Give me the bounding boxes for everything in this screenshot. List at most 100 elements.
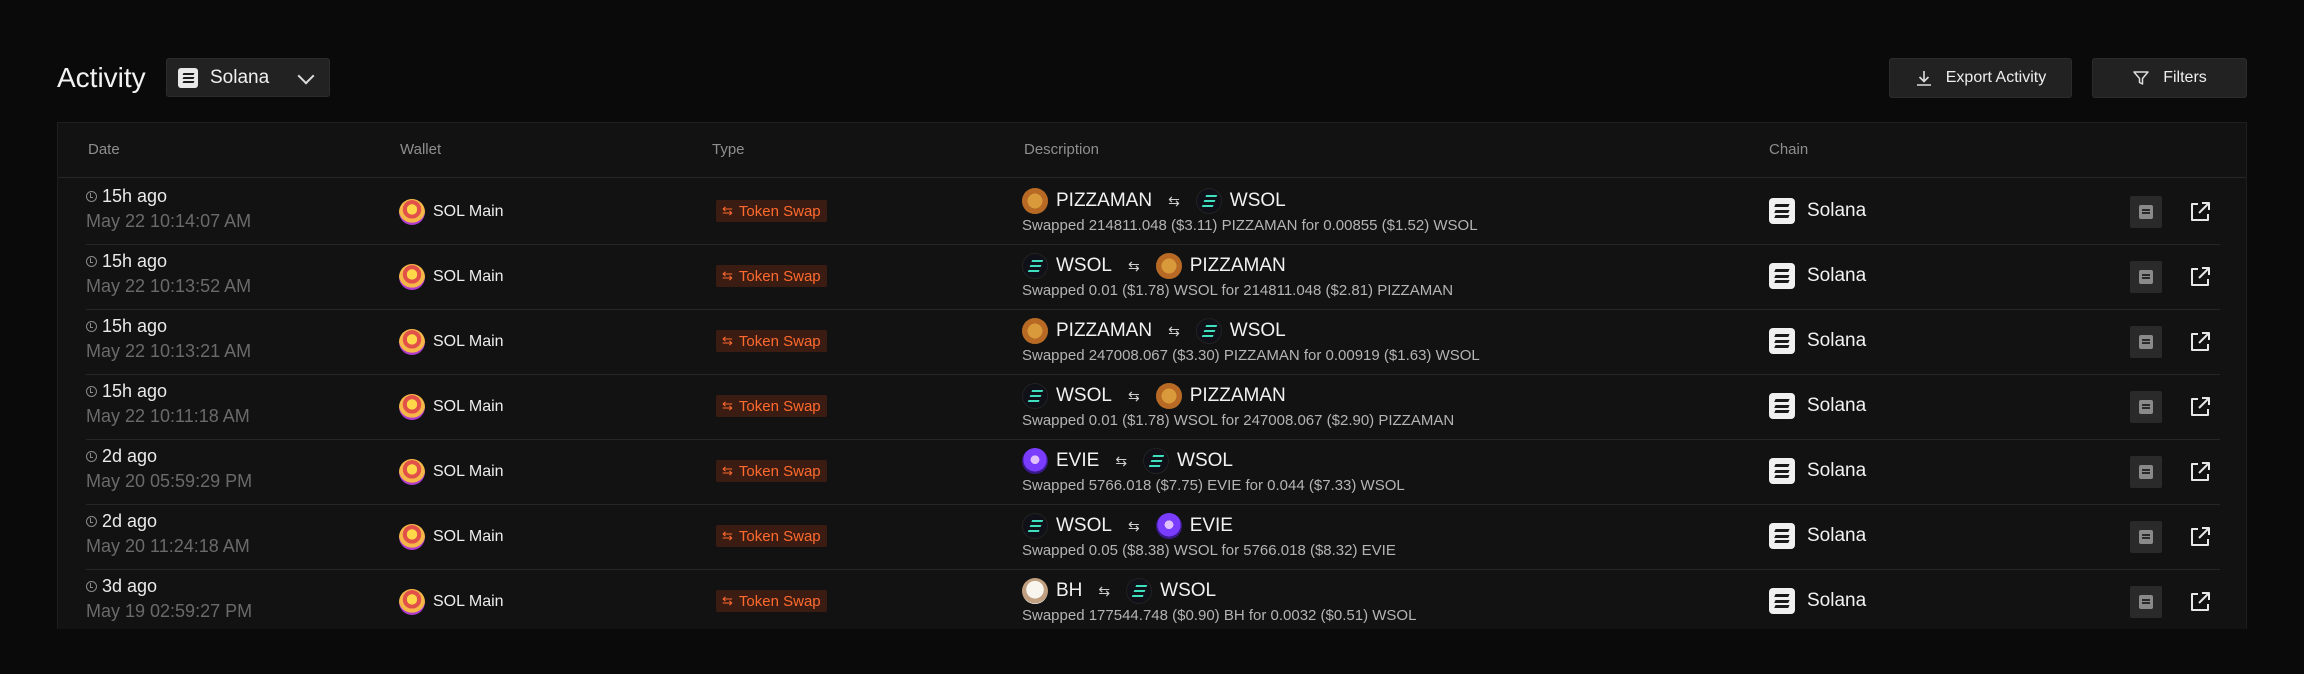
column-header-chain: Chain (1769, 141, 1809, 158)
token-pair: PIZZAMAN ⇆ WSOL (1022, 317, 1480, 345)
swap-summary: Swapped 0.01 ($1.78) WSOL for 214811.048… (1022, 282, 1454, 299)
wallet-cell: SOL Main (399, 524, 504, 550)
clock-icon (86, 321, 97, 332)
note-button[interactable] (2130, 326, 2162, 358)
note-button[interactable] (2130, 261, 2162, 293)
to-token-name: WSOL (1177, 450, 1233, 471)
note-button[interactable] (2130, 391, 2162, 423)
external-link-icon[interactable] (2186, 588, 2214, 616)
note-button[interactable] (2130, 586, 2162, 618)
swap-icon: ⇆ (722, 268, 733, 283)
wallet-name: SOL Main (433, 528, 504, 545)
note-button[interactable] (2130, 521, 2162, 553)
wallet-cell: SOL Main (399, 329, 504, 355)
swap-arrows-icon: ⇆ (1127, 257, 1140, 274)
description-cell: PIZZAMAN ⇆ WSOL Swapped 214811.048 ($3.1… (1022, 187, 1478, 234)
relative-time: 2d ago (102, 511, 158, 531)
wallet-avatar (399, 459, 425, 485)
clock-icon (86, 581, 97, 592)
from-token-name: PIZZAMAN (1056, 190, 1153, 211)
timestamp: May 20 05:59:29 PM (86, 471, 253, 491)
clock-icon (86, 386, 97, 397)
column-header-date: Date (88, 141, 120, 158)
export-activity-button[interactable]: Export Activity (1889, 58, 2072, 98)
activity-table: Date Wallet Type Description Chain 15h a… (57, 122, 2247, 629)
date-cell: 15h ago May 22 10:11:18 AM (86, 381, 250, 427)
page-header: Activity Solana Export Activity Filters (57, 58, 2247, 98)
description-cell: EVIE ⇆ WSOL Swapped 5766.018 ($7.75) EVI… (1022, 447, 1405, 494)
solana-icon (1769, 263, 1795, 289)
to-token-icon (1155, 513, 1182, 539)
chain-cell: Solana (1769, 393, 1866, 419)
wallet-name: SOL Main (433, 398, 504, 415)
chain-name: Solana (1807, 395, 1867, 416)
from-token-name: WSOL (1056, 385, 1112, 406)
table-row[interactable]: 3d ago May 19 02:59:27 PM SOL Main ⇆ Tok… (86, 570, 2220, 629)
solana-icon (178, 67, 198, 88)
token-pair: PIZZAMAN ⇆ WSOL (1022, 187, 1478, 215)
column-header-wallet: Wallet (400, 141, 442, 158)
table-row[interactable]: 15h ago May 22 10:11:18 AM SOL Main ⇆ To… (86, 375, 2220, 440)
filters-label: Filters (2163, 69, 2207, 86)
type-badge: ⇆ Token Swap (716, 460, 827, 482)
external-link-icon[interactable] (2186, 523, 2214, 551)
external-link-icon[interactable] (2186, 328, 2214, 356)
swap-summary: Swapped 5766.018 ($7.75) EVIE for 0.044 … (1022, 477, 1405, 494)
from-token-icon (1022, 318, 1048, 344)
swap-summary: Swapped 177544.748 ($0.90) BH for 0.0032… (1022, 607, 1417, 624)
filters-button[interactable]: Filters (2092, 58, 2247, 98)
table-row[interactable]: 2d ago May 20 11:24:18 AM SOL Main ⇆ Tok… (86, 505, 2220, 570)
note-button[interactable] (2130, 196, 2162, 228)
to-token-name: WSOL (1229, 190, 1286, 211)
swap-icon: ⇆ (722, 463, 733, 478)
swap-arrows-icon: ⇆ (1168, 322, 1180, 339)
solana-icon (1769, 393, 1795, 419)
column-header-type: Type (712, 141, 745, 158)
chain-cell: Solana (1769, 198, 1866, 224)
swap-arrows-icon: ⇆ (1127, 517, 1140, 534)
solana-icon (1769, 523, 1795, 549)
from-token-name: EVIE (1056, 450, 1100, 471)
type-label: Token Swap (738, 202, 821, 220)
chevron-down-icon (297, 67, 315, 85)
download-icon (1916, 71, 1931, 86)
to-token-icon (1195, 188, 1222, 214)
timestamp: May 22 10:13:52 AM (86, 276, 252, 296)
note-button[interactable] (2130, 456, 2162, 488)
wallet-cell: SOL Main (399, 264, 504, 290)
chain-cell: Solana (1769, 588, 1866, 614)
wallet-cell: SOL Main (399, 589, 504, 615)
note-icon (2139, 400, 2153, 414)
type-badge: ⇆ Token Swap (716, 330, 827, 352)
wallet-avatar (399, 264, 425, 290)
table-row[interactable]: 15h ago May 22 10:14:07 AM SOL Main ⇆ To… (86, 180, 2220, 245)
external-link-icon[interactable] (2186, 263, 2214, 291)
swap-arrows-icon: ⇆ (1168, 192, 1180, 209)
external-link-icon[interactable] (2186, 198, 2214, 226)
chain-select[interactable]: Solana (166, 58, 330, 97)
wallet-name: SOL Main (433, 593, 504, 610)
token-pair: WSOL ⇆ PIZZAMAN (1022, 382, 1454, 410)
wallet-cell: SOL Main (399, 199, 504, 225)
table-row[interactable]: 2d ago May 20 05:59:29 PM SOL Main ⇆ Tok… (86, 440, 2220, 505)
external-link-icon[interactable] (2186, 458, 2214, 486)
external-link-icon[interactable] (2186, 393, 2214, 421)
table-row[interactable]: 15h ago May 22 10:13:21 AM SOL Main ⇆ To… (86, 310, 2220, 375)
to-token-icon (1195, 318, 1222, 344)
description-cell: PIZZAMAN ⇆ WSOL Swapped 247008.067 ($3.3… (1022, 317, 1480, 364)
description-cell: WSOL ⇆ PIZZAMAN Swapped 0.01 ($1.78) WSO… (1022, 382, 1454, 429)
solana-icon (1769, 198, 1795, 224)
swap-icon: ⇆ (722, 398, 733, 413)
wallet-name: SOL Main (433, 268, 504, 285)
relative-time: 2d ago (102, 446, 158, 466)
type-label: Token Swap (738, 267, 821, 285)
from-token-icon (1022, 513, 1048, 539)
timestamp: May 22 10:14:07 AM (86, 211, 252, 231)
page-title: Activity (57, 62, 146, 93)
wallet-cell: SOL Main (399, 459, 504, 485)
clock-icon (86, 516, 97, 527)
timestamp: May 22 10:13:21 AM (86, 341, 252, 361)
date-cell: 3d ago May 19 02:59:27 PM (86, 576, 252, 622)
chain-cell: Solana (1769, 523, 1866, 549)
table-row[interactable]: 15h ago May 22 10:13:52 AM SOL Main ⇆ To… (86, 245, 2220, 310)
